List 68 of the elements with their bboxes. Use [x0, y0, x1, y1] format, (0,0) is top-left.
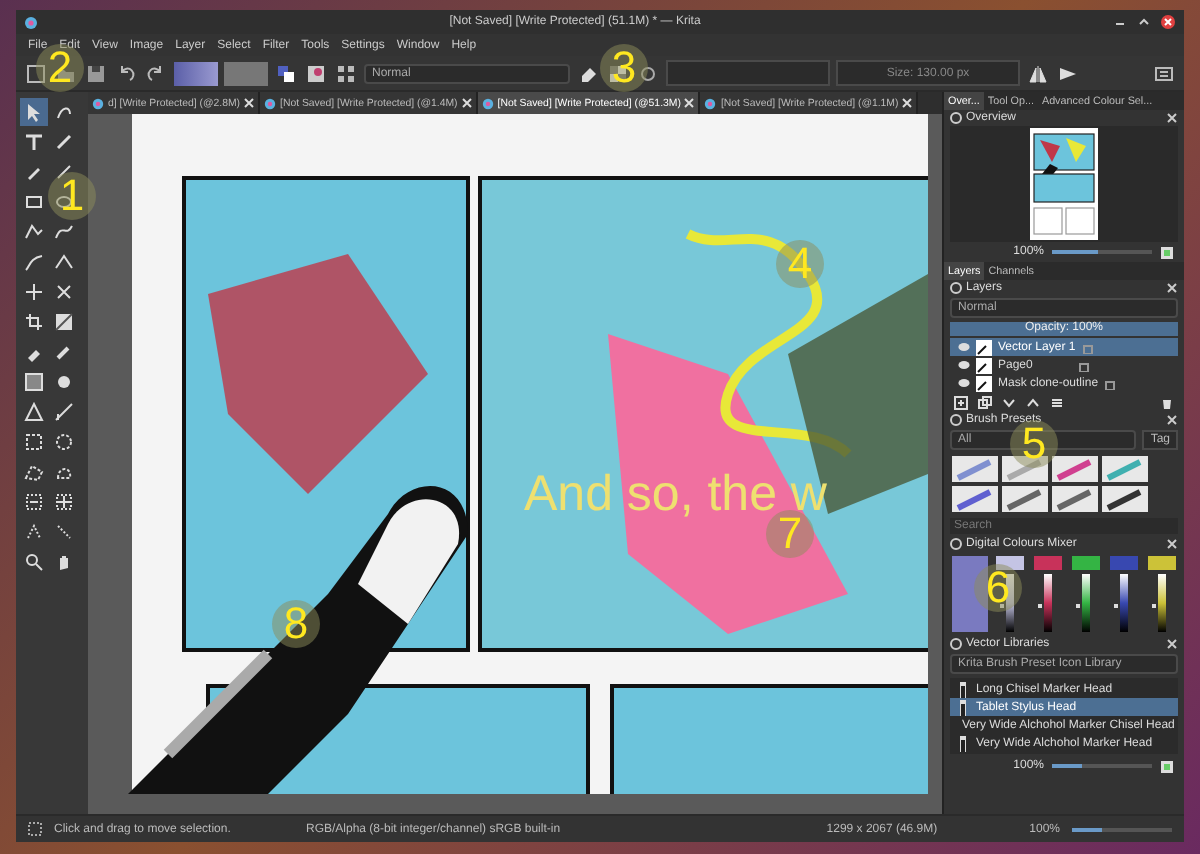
callout-number: 7: [766, 510, 814, 558]
elliptical-selection-icon[interactable]: [50, 428, 78, 456]
brush-preset-thumbnail[interactable]: [1102, 456, 1148, 482]
move-icon[interactable]: [20, 278, 48, 306]
new-document-icon[interactable]: [24, 61, 48, 85]
colour-swatch[interactable]: [1072, 556, 1100, 570]
brush-preset-thumbnail[interactable]: [1102, 486, 1148, 512]
fit-icon[interactable]: [1160, 759, 1174, 773]
close-icon[interactable]: [1160, 14, 1176, 30]
rectangular-selection-icon[interactable]: [20, 428, 48, 456]
brush-preset-thumbnail[interactable]: [952, 486, 998, 512]
trash-icon[interactable]: [1160, 395, 1174, 409]
maximize-icon[interactable]: [1136, 14, 1152, 30]
measure-icon[interactable]: [50, 398, 78, 426]
app-logo-icon: [481, 97, 494, 109]
current-colour-swatch: [952, 556, 988, 632]
brush-preset-thumbnail[interactable]: [1052, 456, 1098, 482]
colour-swatch[interactable]: [996, 556, 1024, 570]
zoom-icon[interactable]: [20, 548, 48, 576]
close-icon[interactable]: [1166, 638, 1178, 650]
colour-swatch[interactable]: [1148, 556, 1176, 570]
pattern-swatch[interactable]: [224, 61, 268, 85]
brush-preset-thumbnail[interactable]: [1002, 486, 1048, 512]
brush-preset-icon[interactable]: [304, 61, 328, 85]
close-icon[interactable]: [684, 98, 695, 108]
brush-preset-thumbnail[interactable]: [952, 456, 998, 482]
fit-icon[interactable]: [1160, 245, 1174, 259]
colour-gradient-slider[interactable]: [1158, 574, 1166, 632]
brush-preset-thumbnail[interactable]: [1002, 456, 1048, 482]
opacity-field[interactable]: [666, 60, 830, 86]
colour-swatch[interactable]: [1034, 556, 1062, 570]
app-logo-icon: [704, 97, 717, 109]
similar-selection-icon[interactable]: [50, 488, 78, 516]
selection-icon: [28, 822, 42, 836]
colour-gradient-slider[interactable]: [1082, 574, 1090, 632]
callout-number: 5: [1010, 420, 1058, 468]
close-icon[interactable]: [1166, 538, 1178, 550]
chevron-up-icon[interactable]: [1026, 395, 1040, 409]
close-icon[interactable]: [1166, 282, 1178, 294]
pointer-icon[interactable]: [20, 98, 48, 126]
close-icon[interactable]: [1166, 414, 1178, 426]
app-logo-icon: [24, 15, 38, 29]
assistant-icon[interactable]: [20, 398, 48, 426]
duplicate-icon[interactable]: [978, 395, 992, 409]
close-icon[interactable]: [902, 98, 913, 108]
crop-icon[interactable]: [20, 308, 48, 336]
save-icon[interactable]: [84, 61, 108, 85]
close-icon[interactable]: [461, 98, 472, 108]
add-layer-icon[interactable]: [954, 395, 968, 409]
colour-gradient-slider[interactable]: [1044, 574, 1052, 632]
grid-icon[interactable]: [334, 61, 358, 85]
properties-icon[interactable]: [1050, 395, 1064, 409]
brush-preset-thumbnail[interactable]: [1052, 486, 1098, 512]
callout-number: 3: [600, 44, 648, 92]
app-logo-icon: [264, 97, 276, 109]
app-logo-icon: [92, 97, 104, 109]
lock-icon[interactable]: [1104, 377, 1117, 389]
close-icon[interactable]: [244, 98, 254, 108]
color-swatches-icon[interactable]: [274, 61, 298, 85]
colour-swatch[interactable]: [1110, 556, 1138, 570]
chevron-down-icon[interactable]: [1002, 395, 1016, 409]
gradient-icon[interactable]: [50, 308, 78, 336]
close-icon[interactable]: [1166, 112, 1178, 124]
gradient-swatch[interactable]: [174, 61, 218, 85]
mirror-icon[interactable]: [1026, 61, 1050, 85]
contiguous-selection-icon[interactable]: [20, 488, 48, 516]
colour-gradient-slider[interactable]: [1120, 574, 1128, 632]
callout-number: 1: [48, 172, 96, 220]
